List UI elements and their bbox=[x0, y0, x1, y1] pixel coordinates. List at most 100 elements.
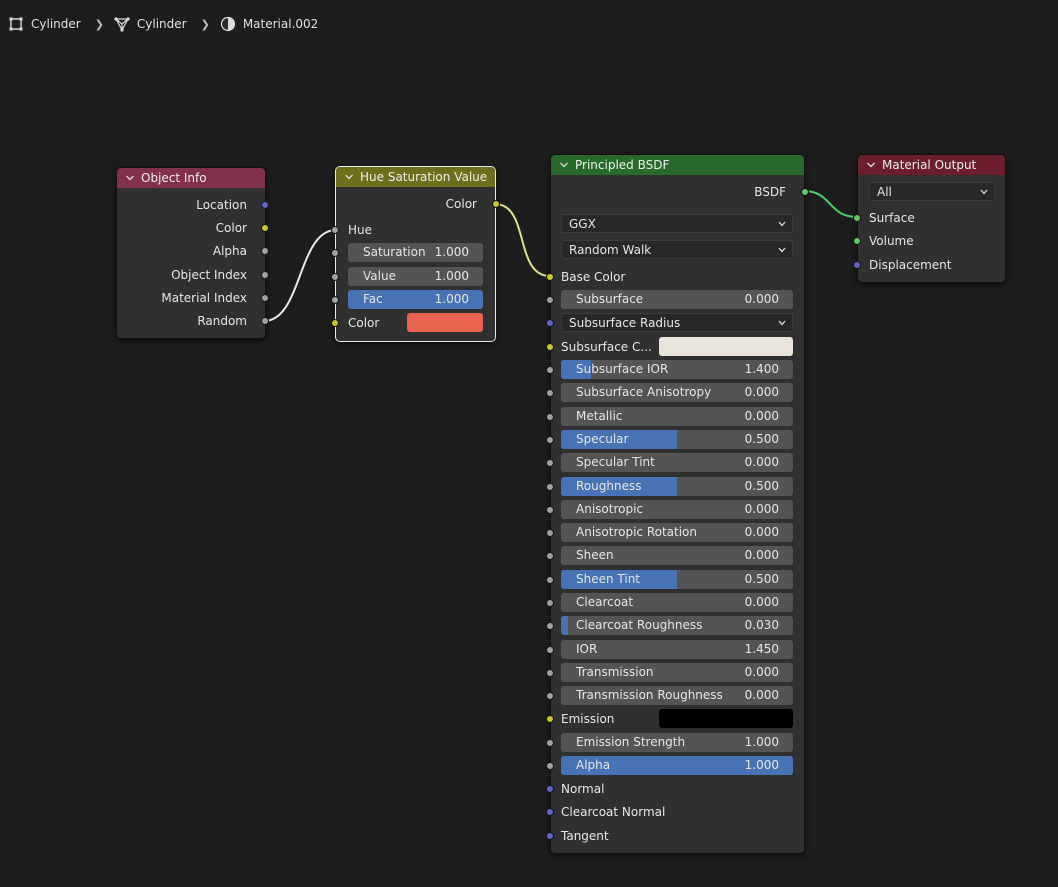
dropdown-value: All bbox=[877, 185, 892, 199]
input-socket[interactable] bbox=[546, 832, 554, 840]
sheen-tint-slider[interactable]: Sheen Tint 0.500 bbox=[561, 570, 793, 589]
output-socket[interactable] bbox=[261, 247, 269, 255]
metallic-slider[interactable]: Metallic 0.000 bbox=[561, 407, 793, 426]
breadcrumb-object[interactable]: Cylinder bbox=[8, 16, 81, 32]
object-info-header[interactable]: Object Info bbox=[117, 168, 265, 188]
input-socket[interactable] bbox=[546, 273, 554, 281]
output-socket[interactable] bbox=[261, 201, 269, 209]
breadcrumb: Cylinder ❯ Cylinder ❯ Material.002 bbox=[8, 14, 318, 34]
subsurface-ior-slider[interactable]: Subsurface IOR 1.400 bbox=[561, 360, 793, 379]
field-value: 1.000 bbox=[744, 735, 779, 749]
input-socket[interactable] bbox=[853, 214, 861, 222]
input-displacement: Displacement bbox=[853, 255, 1005, 275]
input-socket[interactable] bbox=[546, 389, 554, 397]
transmission-slider[interactable]: Transmission 0.000 bbox=[561, 663, 793, 682]
output-socket[interactable] bbox=[801, 188, 809, 196]
input-socket[interactable] bbox=[546, 319, 554, 327]
input-socket[interactable] bbox=[546, 669, 554, 677]
bsdf-header[interactable]: Principled BSDF bbox=[551, 155, 804, 175]
ior-slider[interactable]: IOR 1.450 bbox=[561, 640, 793, 659]
socket-label: Material Index bbox=[161, 291, 247, 305]
output-socket[interactable] bbox=[261, 294, 269, 302]
output-socket[interactable] bbox=[261, 317, 269, 325]
chevron-down-icon bbox=[778, 320, 786, 326]
breadcrumb-mesh-label: Cylinder bbox=[136, 17, 187, 31]
input-socket[interactable] bbox=[546, 646, 554, 654]
input-socket[interactable] bbox=[546, 483, 554, 491]
breadcrumb-material[interactable]: Material.002 bbox=[220, 16, 318, 32]
input-socket[interactable] bbox=[546, 413, 554, 421]
input-socket[interactable] bbox=[546, 762, 554, 770]
output-color: Color bbox=[336, 194, 500, 214]
fac-slider[interactable]: Fac 1.000 bbox=[348, 290, 483, 309]
roughness-slider[interactable]: Roughness 0.500 bbox=[561, 477, 793, 496]
input-socket[interactable] bbox=[546, 692, 554, 700]
input-socket[interactable] bbox=[546, 785, 554, 793]
anisotropic-slider[interactable]: Anisotropic 0.000 bbox=[561, 500, 793, 519]
chevron-down-icon[interactable] bbox=[559, 160, 569, 170]
input-specular-tint: Specular Tint 0.000 bbox=[546, 453, 804, 473]
input-socket[interactable] bbox=[853, 261, 861, 269]
principled-bsdf-node[interactable]: Principled BSDF BSDF GGX Random Walk Bas… bbox=[546, 154, 809, 854]
field-label: Transmission Roughness bbox=[576, 688, 723, 702]
hsv-header[interactable]: Hue Saturation Value bbox=[336, 167, 495, 187]
input-transmission: Transmission 0.000 bbox=[546, 663, 804, 683]
subsurface-radius-dropdown[interactable]: Subsurface Radius bbox=[561, 313, 793, 332]
color-swatch[interactable] bbox=[407, 313, 483, 332]
input-socket[interactable] bbox=[546, 296, 554, 304]
field-label: Saturation bbox=[363, 245, 426, 259]
specular-slider[interactable]: Specular 0.500 bbox=[561, 430, 793, 449]
field-value: 0.500 bbox=[744, 479, 779, 493]
input-socket[interactable] bbox=[331, 273, 339, 281]
subsurface-method-dropdown[interactable]: Random Walk bbox=[561, 240, 793, 259]
output-socket[interactable] bbox=[261, 224, 269, 232]
input-socket[interactable] bbox=[546, 808, 554, 816]
input-socket[interactable] bbox=[546, 459, 554, 467]
target-dropdown[interactable]: All bbox=[869, 182, 995, 201]
input-socket[interactable] bbox=[546, 739, 554, 747]
input-socket[interactable] bbox=[546, 576, 554, 584]
specular-tint-slider[interactable]: Specular Tint 0.000 bbox=[561, 453, 793, 472]
chevron-right-icon: ❯ bbox=[94, 17, 104, 31]
color-swatch[interactable] bbox=[659, 337, 793, 356]
sheen-slider[interactable]: Sheen 0.000 bbox=[561, 546, 793, 565]
hue-saturation-value-node[interactable]: Hue Saturation Value Color Hue Saturatio… bbox=[331, 166, 500, 342]
transmission-roughness-slider[interactable]: Transmission Roughness 0.000 bbox=[561, 686, 793, 705]
subsurface-anisotropy-slider[interactable]: Subsurface Anisotropy 0.000 bbox=[561, 383, 793, 402]
input-socket[interactable] bbox=[853, 237, 861, 245]
input-socket[interactable] bbox=[546, 529, 554, 537]
input-socket[interactable] bbox=[331, 296, 339, 304]
value-slider[interactable]: Value 1.000 bbox=[348, 267, 483, 286]
input-socket[interactable] bbox=[546, 552, 554, 560]
chevron-down-icon[interactable] bbox=[344, 172, 354, 182]
input-socket[interactable] bbox=[546, 715, 554, 723]
output-socket[interactable] bbox=[492, 200, 500, 208]
input-socket[interactable] bbox=[331, 226, 339, 234]
material-output-header[interactable]: Material Output bbox=[858, 155, 1005, 175]
clearcoat-roughness-slider[interactable]: Clearcoat Roughness 0.030 bbox=[561, 616, 793, 635]
chevron-down-icon[interactable] bbox=[866, 160, 876, 170]
anisotropic-rotation-slider[interactable]: Anisotropic Rotation 0.000 bbox=[561, 523, 793, 542]
object-info-node[interactable]: Object Info Location Color Alpha Object … bbox=[116, 167, 269, 339]
input-socket[interactable] bbox=[546, 436, 554, 444]
input-socket[interactable] bbox=[546, 506, 554, 514]
output-socket[interactable] bbox=[261, 271, 269, 279]
input-socket[interactable] bbox=[331, 319, 339, 327]
material-output-node[interactable]: Material Output All Surface Volume Displ… bbox=[853, 154, 1006, 283]
saturation-slider[interactable]: Saturation 1.000 bbox=[348, 243, 483, 262]
socket-label: Location bbox=[196, 198, 247, 212]
alpha-slider[interactable]: Alpha 1.000 bbox=[561, 756, 793, 775]
breadcrumb-mesh[interactable]: Cylinder bbox=[114, 16, 187, 32]
input-socket[interactable] bbox=[546, 366, 554, 374]
chevron-down-icon[interactable] bbox=[125, 173, 135, 183]
input-socket[interactable] bbox=[546, 622, 554, 630]
clearcoat-slider[interactable]: Clearcoat 0.000 bbox=[561, 593, 793, 612]
node-links bbox=[263, 190, 858, 322]
subsurface-slider[interactable]: Subsurface 0.000 bbox=[561, 290, 793, 309]
emission-strength-slider[interactable]: Emission Strength 1.000 bbox=[561, 733, 793, 752]
input-socket[interactable] bbox=[546, 343, 554, 351]
color-swatch[interactable] bbox=[659, 709, 793, 728]
distribution-dropdown[interactable]: GGX bbox=[561, 214, 793, 233]
input-socket[interactable] bbox=[546, 599, 554, 607]
input-socket[interactable] bbox=[331, 249, 339, 257]
